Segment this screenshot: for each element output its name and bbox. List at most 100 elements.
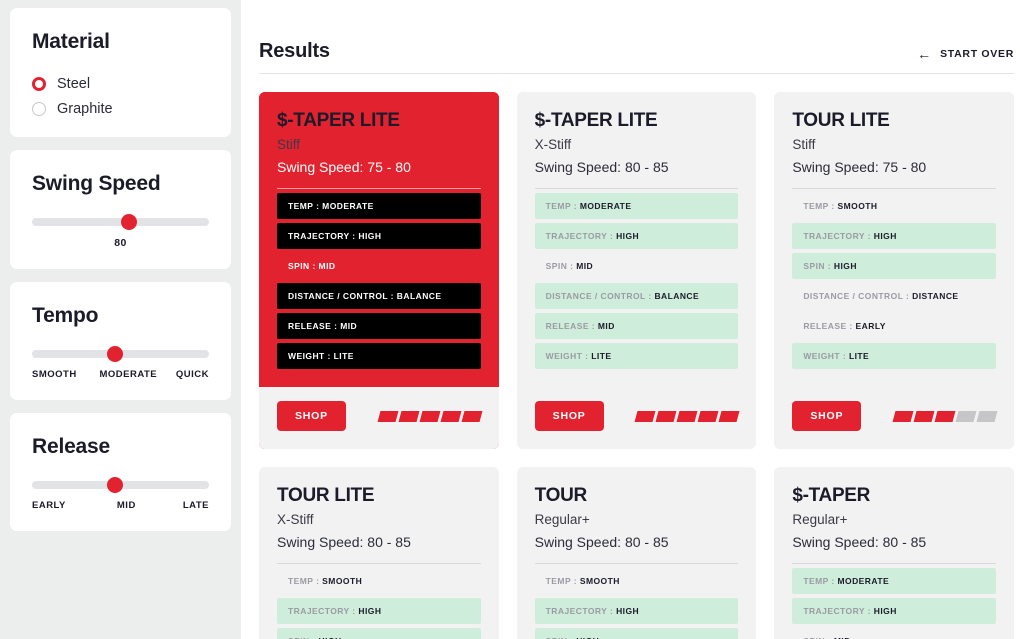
radio-option-graphite[interactable]: Graphite [32, 101, 209, 117]
slider-control[interactable]: EARLY MID LATE [32, 477, 209, 511]
result-card-title: $-TAPER LITE [534, 110, 658, 131]
match-rating [377, 410, 483, 422]
attribute-key: WEIGHT : [288, 351, 331, 361]
attribute-value: HIGH [833, 261, 857, 271]
attribute-key: TEMP : [545, 201, 578, 211]
attribute-value: LITE [591, 351, 612, 361]
attribute-row: SPIN : MID [277, 253, 481, 279]
card-divider [277, 188, 481, 189]
slider-thumb[interactable] [107, 477, 124, 493]
attribute-value: SMOOTH [579, 576, 620, 586]
result-card[interactable]: $-TAPER LITE X-Stiff Swing Speed: 80 - 85 T… [516, 92, 757, 449]
attribute-row: RELEASE : EARLY [792, 313, 996, 339]
card-divider [534, 188, 739, 189]
attribute-value: LITE [848, 351, 870, 361]
attribute-row: TEMP : SMOOTH [792, 193, 996, 219]
slider-tick-label: QUICK [175, 369, 209, 380]
slider-tick-label: MODERATE [99, 369, 158, 380]
attribute-value: HIGH [358, 606, 382, 616]
attribute-row: DISTANCE / CONTROL : BALANCE [534, 283, 739, 309]
shop-button[interactable]: SHOP [792, 401, 862, 431]
radio-selected-icon [32, 77, 46, 91]
result-card-title: TOUR [534, 485, 588, 506]
result-card[interactable]: TOUR LITE Stiff Swing Speed: 75 - 80 TEMP :… [774, 92, 1014, 449]
attribute-key: TEMP : [803, 201, 835, 211]
attribute-row: RELEASE : MID [534, 313, 739, 339]
attribute-value: LITE [333, 351, 354, 361]
attribute-row: SPIN : MID [535, 253, 739, 279]
radio-option-label: Steel [57, 76, 91, 92]
start-over-label: START OVER [940, 48, 1014, 60]
slider-track[interactable] [32, 214, 209, 230]
slider-thumb[interactable] [107, 346, 124, 362]
result-card-footer: SHOP [774, 387, 1014, 449]
arrow-left-icon: ← [917, 46, 932, 62]
result-card-swing-speed: Swing Speed: 80 - 85 [277, 534, 411, 550]
result-card-title: $-TAPER [792, 485, 871, 506]
result-card-body: TOUR LITE X-Stiff Swing Speed: 80 - 85 TEMP… [259, 467, 499, 639]
filter-panel-title: Release [32, 435, 110, 458]
attribute-row: SPIN : MID [792, 628, 996, 639]
attribute-value: SMOOTH [837, 201, 878, 211]
result-card-body: TOUR LITE Stiff Swing Speed: 75 - 80 TEMP :… [774, 92, 1014, 387]
slider-value-label: 80 [114, 237, 127, 249]
result-card[interactable]: $-TAPER Regular+ Swing Speed: 80 - 85 TEMP … [774, 467, 1014, 639]
rating-bar [976, 410, 998, 422]
filter-panel-title: Swing Speed [32, 172, 161, 195]
attribute-row: DISTANCE / CONTROL : DISTANCE [792, 283, 996, 309]
card-divider [534, 563, 739, 564]
slider-control[interactable]: 80 [32, 214, 209, 249]
result-card[interactable]: TOUR Regular+ Swing Speed: 80 - 85 TEMP : S… [516, 467, 757, 639]
attribute-value: HIGH [873, 606, 897, 616]
attribute-value: MID [597, 321, 615, 331]
attribute-value: MID [318, 261, 336, 271]
attribute-key: TRAJECTORY : [288, 231, 356, 241]
attribute-key: SPIN : [803, 261, 832, 271]
filter-panel-tempo: Tempo SMOOTH MODERATE QUICK [10, 282, 231, 400]
radio-option-steel[interactable]: Steel [32, 76, 209, 92]
attribute-key: RELEASE : [288, 321, 338, 331]
attribute-row: SPIN : HIGH [277, 628, 481, 639]
attribute-row: RELEASE : MID [277, 313, 481, 339]
start-over-button[interactable]: ← START OVER [917, 47, 1014, 63]
page-title: Results [259, 40, 330, 62]
rating-bar [461, 410, 483, 422]
attribute-key: TRAJECTORY : [803, 606, 871, 616]
attribute-row: WEIGHT : LITE [277, 343, 481, 369]
result-card-swing-speed: Swing Speed: 75 - 80 [792, 159, 927, 175]
result-card-footer: SHOP [516, 387, 757, 449]
attribute-row: TEMP : MODERATE [534, 193, 739, 219]
slider-track[interactable] [32, 477, 209, 493]
rating-bar [718, 410, 740, 422]
attribute-key: TEMP : [803, 576, 835, 586]
slider-track[interactable] [32, 346, 209, 362]
slider-control[interactable]: SMOOTH MODERATE QUICK [32, 346, 209, 380]
result-card-body: $-TAPER LITE X-Stiff Swing Speed: 80 - 85 T… [517, 92, 757, 387]
slider-thumb[interactable] [121, 214, 138, 230]
rating-bar [419, 410, 441, 422]
slider-tick-label: EARLY [32, 500, 66, 511]
results-main: Results ← START OVER $-TAPER LITE Stiff Sw… [241, 0, 1024, 639]
slider-tick-labels: SMOOTH MODERATE QUICK [32, 369, 209, 380]
shop-button[interactable]: SHOP [534, 401, 604, 431]
result-card[interactable]: $-TAPER LITE Stiff Swing Speed: 75 - 80 TEM… [259, 92, 499, 449]
filter-panel-material: Material Steel Graphite [10, 8, 231, 137]
card-divider [792, 188, 996, 189]
attribute-key: SPIN : [288, 261, 316, 271]
result-card[interactable]: TOUR LITE X-Stiff Swing Speed: 80 - 85 TEMP… [259, 467, 499, 639]
rating-bar [934, 410, 956, 422]
rating-bar [955, 410, 977, 422]
result-card-title: TOUR LITE [277, 485, 375, 506]
attribute-key: TRAJECTORY : [545, 231, 614, 241]
attribute-value: HIGH [616, 231, 640, 241]
result-card-swing-speed: Swing Speed: 80 - 85 [534, 534, 669, 550]
attribute-key: WEIGHT : [803, 351, 847, 361]
results-grid: $-TAPER LITE Stiff Swing Speed: 75 - 80 TEM… [259, 92, 1014, 639]
shop-button[interactable]: SHOP [277, 401, 346, 431]
attribute-key: TEMP : [545, 576, 578, 586]
result-card-swing-speed: Swing Speed: 75 - 80 [277, 159, 411, 175]
filter-panel-title: Material [32, 30, 110, 53]
result-card-flex: X-Stiff [277, 512, 314, 527]
result-card-flex: Stiff [792, 137, 816, 152]
attribute-value: HIGH [358, 231, 382, 241]
